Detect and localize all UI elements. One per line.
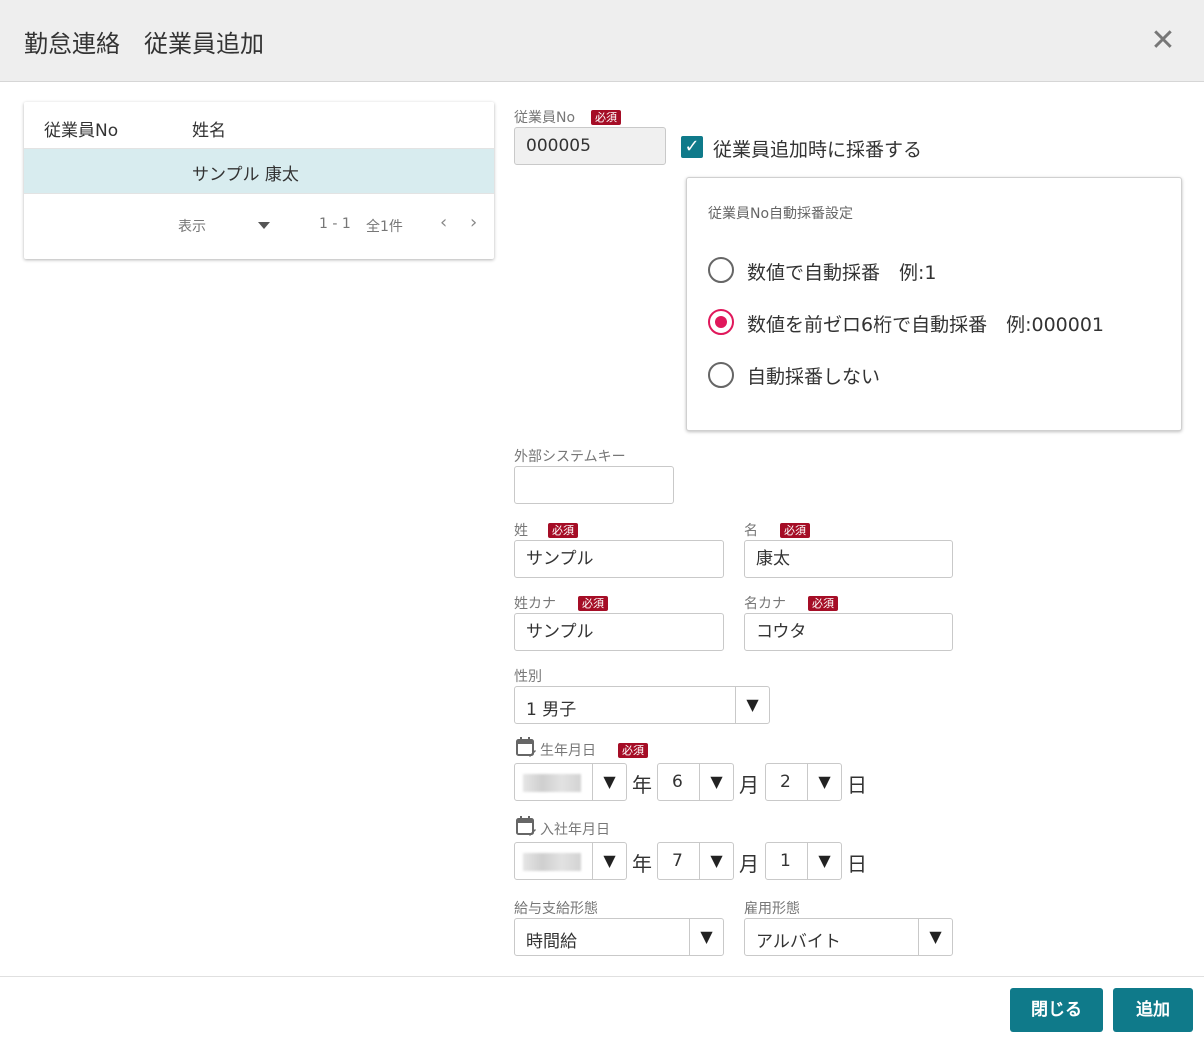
table-row[interactable]: サンプル 康太: [24, 148, 494, 194]
required-badge: 必須: [780, 523, 810, 538]
employee-no-label: 従業員No 必須: [514, 107, 622, 127]
auto-number-label[interactable]: 従業員追加時に採番する: [713, 135, 922, 162]
calendar-edit-icon: [516, 816, 536, 836]
radio-zero-padded-label[interactable]: 数値を前ゼロ6桁で自動採番 例:000001: [747, 310, 1104, 337]
required-badge: 必須: [808, 596, 838, 611]
gender-select[interactable]: 1 男子 ▼: [514, 686, 770, 724]
hire-day-select[interactable]: 1 ▼: [765, 842, 842, 880]
radio-numeric-label[interactable]: 数値で自動採番 例:1: [747, 258, 937, 285]
required-badge: 必須: [618, 743, 648, 758]
chevron-down-icon[interactable]: ▼: [807, 843, 841, 879]
first-name-label: 名必須: [744, 520, 810, 540]
day-unit: 日: [847, 852, 867, 876]
chevron-right-icon[interactable]: ›: [470, 212, 477, 233]
required-badge: 必須: [548, 523, 578, 538]
rows-per-page-label: 表示: [178, 219, 206, 235]
pay-type-select[interactable]: 時間給 ▼: [514, 918, 724, 956]
last-kana-input[interactable]: サンプル: [514, 613, 724, 651]
gender-label: 性別: [514, 669, 542, 685]
employee-list-card: 従業員No 姓名 サンプル 康太 表示 1 - 1 全1件 ‹ ›: [24, 102, 494, 259]
employment-type-label: 雇用形態: [744, 901, 800, 917]
required-badge: 必須: [591, 110, 622, 125]
first-kana-input[interactable]: コウタ: [744, 613, 953, 651]
chevron-down-icon[interactable]: ▼: [735, 687, 769, 723]
birth-month-value: 6: [672, 772, 683, 792]
employee-name-cell: サンプル 康太: [192, 165, 299, 185]
redacted-year: [523, 853, 581, 871]
dialog-header: 勤怠連絡 従業員追加 ✕: [0, 0, 1204, 82]
birth-month-select[interactable]: 6 ▼: [657, 763, 734, 801]
chevron-down-icon[interactable]: ▼: [689, 919, 723, 955]
hire-date-label: 入社年月日: [540, 822, 610, 838]
chevron-down-icon[interactable]: ▼: [699, 843, 733, 879]
chevron-down-icon[interactable]: ▼: [592, 764, 626, 800]
auto-number-checkbox[interactable]: ✓: [681, 136, 703, 158]
first-name-input[interactable]: 康太: [744, 540, 953, 578]
column-header-employee-no[interactable]: 従業員No: [44, 116, 118, 141]
radio-none-label[interactable]: 自動採番しない: [747, 362, 880, 389]
chevron-left-icon[interactable]: ‹: [440, 212, 447, 233]
chevron-down-icon[interactable]: ▼: [918, 919, 952, 955]
employee-add-dialog: 勤怠連絡 従業員追加 ✕ 従業員No 姓名 サンプル 康太 表示 1 - 1 全…: [0, 0, 1204, 1043]
last-kana-label: 姓カナ 必須: [514, 593, 608, 613]
redacted-year: [523, 774, 581, 792]
employment-type-select[interactable]: アルバイト ▼: [744, 918, 953, 956]
page-range: 1 - 1: [319, 216, 351, 232]
month-unit: 月: [739, 852, 759, 876]
employee-no-field[interactable]: 000005: [514, 127, 666, 165]
hire-year-select[interactable]: ▼: [514, 842, 627, 880]
close-icon[interactable]: ✕: [1146, 24, 1180, 58]
last-name-input[interactable]: サンプル: [514, 540, 724, 578]
hire-month-select[interactable]: 7 ▼: [657, 842, 734, 880]
required-badge: 必須: [578, 596, 608, 611]
radio-zero-padded[interactable]: [708, 309, 734, 335]
chevron-down-icon[interactable]: ▼: [592, 843, 626, 879]
hire-day-value: 1: [780, 851, 791, 871]
total-count: 全1件: [366, 219, 403, 235]
last-name-label: 姓必須: [514, 520, 578, 540]
column-header-name[interactable]: 姓名: [192, 116, 226, 141]
pay-type-value: 時間給: [526, 932, 577, 952]
radio-none[interactable]: [708, 362, 734, 388]
first-kana-label: 名カナ 必須: [744, 593, 838, 613]
external-key-label: 外部システムキー: [514, 449, 626, 465]
rows-per-page-dropdown-icon[interactable]: [258, 222, 270, 229]
external-key-input[interactable]: [514, 466, 674, 504]
panel-title: 従業員No自動採番設定: [708, 206, 854, 222]
chevron-down-icon[interactable]: ▼: [807, 764, 841, 800]
calendar-edit-icon: [516, 737, 536, 757]
radio-numeric[interactable]: [708, 257, 734, 283]
birth-year-select[interactable]: ▼: [514, 763, 627, 801]
gender-value: 1 男子: [526, 700, 577, 720]
month-unit: 月: [739, 773, 759, 797]
employment-type-value: アルバイト: [756, 932, 841, 952]
hire-month-value: 7: [672, 851, 683, 871]
birth-day-value: 2: [780, 772, 791, 792]
birth-day-select[interactable]: 2 ▼: [765, 763, 842, 801]
day-unit: 日: [847, 773, 867, 797]
chevron-down-icon[interactable]: ▼: [699, 764, 733, 800]
year-unit: 年: [632, 773, 652, 797]
year-unit: 年: [632, 852, 652, 876]
add-button[interactable]: 追加: [1113, 988, 1193, 1032]
birth-date-label: 生年月日 必須: [540, 740, 648, 760]
auto-number-settings-panel: 従業員No自動採番設定 数値で自動採番 例:1 数値を前ゼロ6桁で自動採番 例:…: [686, 177, 1182, 431]
dialog-title: 勤怠連絡 従業員追加: [24, 30, 264, 58]
pay-type-label: 給与支給形態: [514, 901, 598, 917]
close-button[interactable]: 閉じる: [1010, 988, 1103, 1032]
